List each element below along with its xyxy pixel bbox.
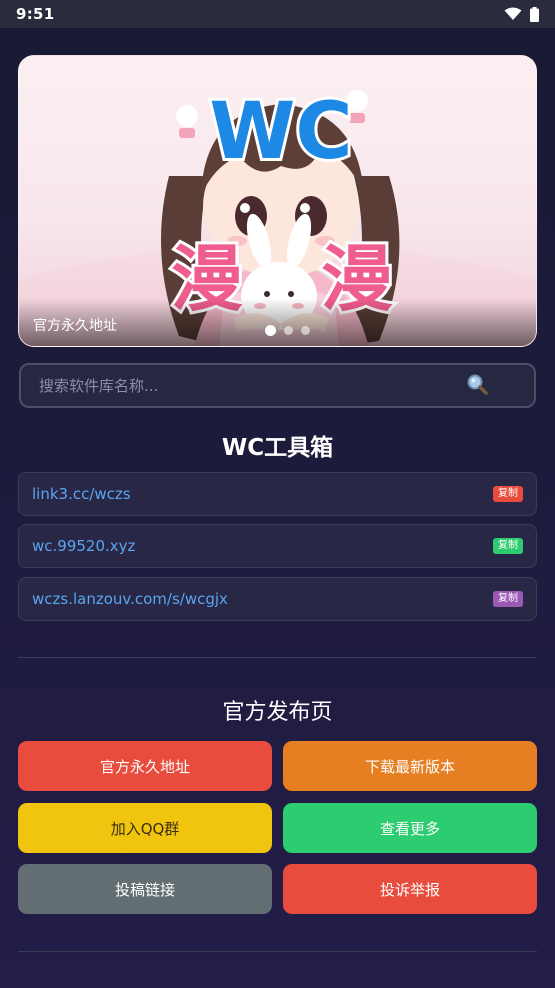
release-title: 官方发布页 (222, 700, 333, 725)
toolbox-title: WC工具箱 (221, 435, 334, 461)
download-latest-button[interactable]: 下载最新版本 (283, 741, 537, 791)
submit-link-button[interactable]: 投稿链接 (18, 864, 272, 914)
status-bar: 9:51 (0, 0, 555, 28)
view-more-button[interactable]: 查看更多 (283, 803, 537, 853)
official-address-button[interactable]: 官方永久地址 (18, 741, 272, 791)
status-icons (504, 6, 539, 22)
banner-dot-1[interactable] (265, 325, 276, 336)
divider (18, 657, 537, 658)
copy-button[interactable]: 复制 (493, 538, 523, 554)
status-time: 9:51 (16, 5, 55, 23)
search-bar (19, 363, 536, 408)
battery-icon (530, 6, 539, 22)
banner-wc-logo: WC (209, 87, 352, 177)
banner-caption: 官方永久地址 (33, 318, 117, 334)
search-input[interactable] (39, 376, 466, 395)
banner-carousel[interactable]: WC 漫 漫 官方永久地址 (18, 55, 537, 347)
copy-button[interactable]: 复制 (493, 591, 523, 607)
link-row-3[interactable]: wczs.lanzouv.com/s/wcgjx 复制 (18, 577, 537, 621)
link-url[interactable]: link3.cc/wczs (32, 485, 131, 503)
banner-dot-2[interactable] (284, 326, 293, 335)
join-qq-group-button[interactable]: 加入QQ群 (18, 803, 272, 853)
copy-button[interactable]: 复制 (493, 486, 523, 502)
search-icon[interactable] (466, 373, 488, 399)
report-button[interactable]: 投诉举报 (283, 864, 537, 914)
link-url[interactable]: wczs.lanzouv.com/s/wcgjx (32, 590, 228, 608)
banner-dot-3[interactable] (301, 326, 310, 335)
divider (18, 951, 537, 952)
banner-pagination (265, 325, 310, 336)
link-row-2[interactable]: wc.99520.xyz 复制 (18, 524, 537, 568)
link-url[interactable]: wc.99520.xyz (32, 537, 135, 555)
wifi-icon (504, 7, 522, 20)
link-row-1[interactable]: link3.cc/wczs 复制 (18, 472, 537, 516)
